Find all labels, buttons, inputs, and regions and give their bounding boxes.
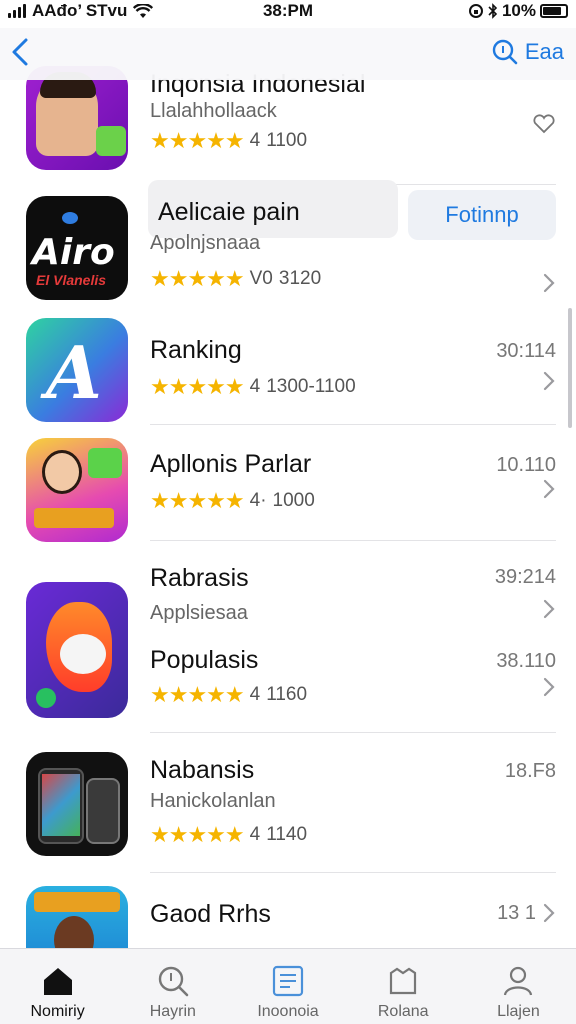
app-icon: A (26, 318, 128, 422)
app-subtitle: Llalahhollaack (150, 100, 277, 122)
divider (150, 540, 556, 541)
rating-stars: ★★★★★ (150, 488, 245, 513)
app-title: Aelicaie pain (158, 198, 300, 226)
rating-stars: ★★★★★ (150, 822, 245, 847)
app-size: 18.F8 (504, 760, 556, 782)
chevron-right-icon[interactable] (542, 370, 556, 392)
app-subtitle: Apolnjsnaaa (150, 232, 261, 254)
chevron-right-icon[interactable] (542, 272, 556, 294)
tab-bar: Nomiriy Hayrin Inoonoia Rolana Llajen (0, 948, 576, 1024)
rating-stars: ★★★★★ (150, 682, 245, 707)
tab-label: Nomiriy (30, 1003, 85, 1020)
app-title: Populasis (150, 646, 259, 674)
app-title: Ranking (150, 336, 242, 364)
list-item[interactable]: Populasis ★★★★★ 4 1160 38.110 (0, 642, 576, 734)
app-size: 38.110 (496, 650, 556, 672)
review-count: 1140 (266, 824, 308, 845)
tab-home[interactable]: Nomiriy (0, 949, 115, 1024)
chevron-right-icon[interactable] (542, 902, 556, 924)
rating-value: 4· (249, 490, 267, 511)
rating-value: 4 (249, 684, 261, 705)
review-count: 1100 (266, 130, 308, 151)
rating-value: 4 (249, 376, 261, 397)
chevron-left-icon[interactable] (8, 36, 32, 68)
rating-stars: ★★★★★ (150, 374, 245, 399)
bluetooth-icon (488, 3, 498, 19)
app-size: 30:114 (496, 340, 556, 362)
app-title: Nabansis (150, 756, 255, 784)
app-rating: ★★★★★ 4 1100 (150, 128, 307, 154)
app-title: Apllonis Parlar (150, 450, 312, 478)
app-icon (26, 438, 128, 542)
list-item[interactable]: Nabansis Hanickolanlan ★★★★★ 4 1140 18.F… (0, 734, 576, 874)
divider (150, 732, 556, 733)
battery-percent: 10% (501, 1, 536, 20)
review-count: 3120 (278, 268, 322, 289)
app-subtitle: Hanickolanlan (150, 790, 276, 812)
divider (150, 872, 556, 873)
chevron-right-icon[interactable] (542, 598, 556, 620)
chevron-right-icon[interactable] (542, 478, 556, 500)
divider (150, 424, 556, 425)
get-button[interactable]: Fotinnp (408, 190, 556, 240)
navigation-bar: Eaa (0, 28, 576, 80)
tab-label: Rolana (377, 1003, 429, 1020)
search-icon (158, 966, 189, 997)
app-icon (26, 752, 128, 856)
tab-label: Hayrin (149, 1003, 196, 1020)
heart-icon[interactable] (532, 114, 556, 134)
tab-label: Llajen (497, 1003, 540, 1020)
app-icon: Airo El Vlanelis (26, 196, 128, 300)
rating-value: 4 (249, 130, 261, 151)
rating-value: V0 (249, 268, 273, 289)
list-item[interactable]: Apllonis Parlar ★★★★★ 4· 1000 10.110 (0, 426, 576, 542)
rating-value: 4 (249, 824, 261, 845)
list-item[interactable]: Airo El Vlanelis Aelicaie pain Apolnjsna… (0, 180, 576, 306)
app-rating: ★★★★★ 4 1160 (150, 682, 307, 708)
search-button[interactable]: Eaa (491, 38, 564, 66)
battery-icon (540, 4, 568, 18)
box-icon (390, 967, 417, 995)
search-label: Eaa (524, 39, 564, 64)
status-bar: AAđo’ STvu 38:PM 10% (0, 0, 576, 22)
scroll-indicator[interactable] (568, 308, 572, 428)
list-icon (272, 965, 304, 997)
tab-profile[interactable]: Llajen (461, 949, 576, 1024)
lock-rotation-icon (468, 4, 483, 18)
search-icon (492, 39, 518, 65)
tab-label: Inoonoia (257, 1003, 319, 1020)
app-size: 10.110 (496, 454, 556, 476)
app-title: Rabrasis (150, 564, 249, 592)
home-icon (43, 968, 72, 995)
rating-stars: ★★★★★ (150, 128, 245, 153)
app-icon (26, 886, 128, 948)
app-size: 13 1 (497, 902, 536, 924)
tab-list[interactable]: Inoonoia (230, 949, 345, 1024)
app-icon (26, 66, 128, 170)
app-rating: ★★★★★ V0 3120 (150, 266, 321, 292)
app-rating: ★★★★★ 4· 1000 (150, 488, 315, 514)
app-rating: ★★★★★ 4 1140 (150, 822, 307, 848)
status-right: 10% (468, 1, 568, 21)
app-subtitle: Applsiesaa (150, 602, 248, 624)
app-rating: ★★★★★ 4 1300-1100 (150, 374, 356, 400)
app-list: Inqonsia Indonesial Llalahhollaack ★★★★★… (0, 56, 576, 948)
person-icon (504, 966, 533, 996)
chevron-right-icon[interactable] (542, 676, 556, 698)
list-item[interactable]: Gaod Rrhs 13 1 (0, 874, 576, 948)
list-item[interactable]: A Ranking ★★★★★ 4 1300-1100 30:114 (0, 306, 576, 426)
app-title: Gaod Rrhs (150, 900, 271, 928)
review-count: 1300-1100 (266, 376, 356, 397)
tab-box[interactable]: Rolana (346, 949, 461, 1024)
review-count: 1000 (272, 490, 315, 511)
app-size: 39:214 (494, 566, 556, 588)
rating-stars: ★★★★★ (150, 266, 245, 291)
tab-search[interactable]: Hayrin (115, 949, 230, 1024)
review-count: 1160 (266, 684, 308, 705)
